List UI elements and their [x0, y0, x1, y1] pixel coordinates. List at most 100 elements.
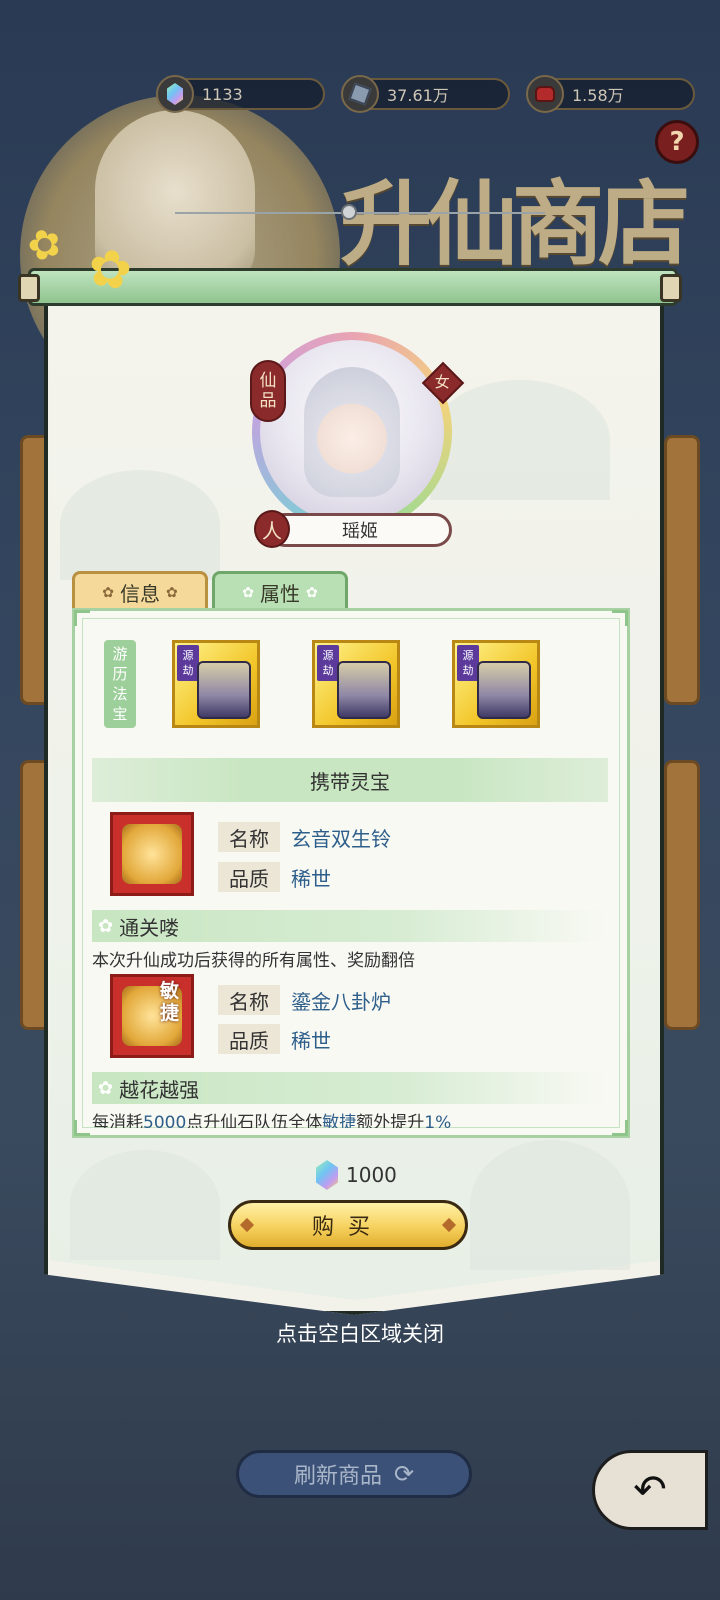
tag-char: 源: [462, 649, 474, 662]
tab-attributes[interactable]: ✿ 属性 ✿: [212, 571, 348, 611]
grade-badge: 仙 品: [250, 360, 286, 422]
travel-treasure-label: 游 历 法 宝: [104, 640, 136, 728]
race-badge: 人: [254, 510, 290, 548]
diamond-ornament-icon: [239, 1217, 255, 1233]
shop-title: 升仙商店: [340, 170, 690, 278]
treasure-quality: 稀世: [291, 1028, 331, 1053]
currency-pouch: 1.58万: [526, 75, 695, 113]
background-mountain: [430, 380, 610, 500]
travel-treasure-slot[interactable]: 源 劫: [452, 640, 540, 728]
source-tag: 源 劫: [317, 645, 339, 681]
label-char: 法: [112, 685, 128, 703]
scroll-rod-cap: [660, 274, 682, 302]
refresh-goods-button[interactable]: 刷新商品 ⟳: [236, 1450, 472, 1498]
background-side-panel: [664, 760, 700, 1030]
tab-label: 信息: [120, 582, 160, 606]
label-char: 宝: [112, 705, 128, 723]
flower-icon: ✿: [102, 584, 114, 601]
diamond-ornament-icon: [441, 1217, 457, 1233]
tab-label: 属性: [260, 582, 300, 606]
tag-char: 劫: [462, 664, 474, 677]
scroll-rod-cap: [18, 274, 40, 302]
frame-corner: [612, 610, 628, 626]
travel-treasure-slot[interactable]: 源 劫: [312, 640, 400, 728]
tab-info[interactable]: ✿ 信息 ✿: [72, 571, 208, 611]
flower-icon: ✿: [306, 584, 318, 601]
currency-value: 1133: [202, 84, 243, 104]
quality-key: 品质: [218, 862, 280, 892]
currency-spirit-stone: 1133: [156, 75, 325, 113]
label-char: 游: [112, 645, 128, 663]
source-tag: 源 劫: [177, 645, 199, 681]
character-portrait: [260, 340, 444, 524]
scroll-string: [175, 212, 545, 214]
skill-header: ✿ 越花越强: [92, 1072, 608, 1104]
currency-value: 37.61万: [387, 86, 449, 105]
help-button[interactable]: ?: [655, 120, 699, 164]
buy-button[interactable]: 购买: [228, 1200, 468, 1250]
pouch-icon: [526, 75, 564, 113]
cauldron-icon: [477, 661, 531, 719]
refresh-icon: ⟳: [393, 1460, 415, 1488]
tag-char: 劫: [322, 664, 334, 677]
spirit-stone-icon: [156, 75, 194, 113]
refresh-label: 刷新商品: [293, 1464, 382, 1489]
treasure-name: 玄音双生铃: [291, 826, 391, 851]
treasure-name: 鎏金八卦炉: [291, 989, 391, 1014]
ore-icon: [341, 75, 379, 113]
name-key: 名称: [218, 822, 280, 852]
tag-char: 劫: [182, 664, 194, 677]
label-char: 历: [112, 665, 128, 683]
desc-text: 点升仙石队伍全体: [186, 1113, 323, 1128]
skill-title: 越花越强: [119, 1077, 200, 1102]
desc-highlight: 5000: [143, 1113, 187, 1128]
travel-treasure-slot[interactable]: 源 劫: [172, 640, 260, 728]
buy-label: 购买: [311, 1215, 384, 1240]
grade-badge-char: 仙: [259, 371, 277, 391]
background-side-panel: [664, 435, 700, 705]
price-value: 1000: [346, 1163, 397, 1187]
skill-description: 每消耗5000点升仙石队伍全体敏捷额外提升1%: [92, 1108, 451, 1128]
desc-highlight: 1%: [424, 1113, 452, 1128]
background-mountain: [470, 1140, 630, 1270]
gender-badge-label: 女: [434, 373, 450, 392]
flower-icon: ✿: [98, 915, 114, 937]
section-title: 携带灵宝: [310, 769, 390, 794]
grade-badge-char: 品: [259, 391, 277, 411]
cauldron-icon: [337, 661, 391, 719]
frame-corner: [74, 610, 90, 626]
desc-text: 额外提升: [356, 1113, 425, 1128]
tag-char: 源: [182, 649, 194, 662]
flower-icon: ✿: [242, 584, 254, 601]
flower-icon: ✿: [98, 1077, 114, 1099]
bells-icon[interactable]: [110, 812, 194, 896]
back-arrow-icon: ↶: [633, 1467, 667, 1513]
desc-text: 每消耗: [92, 1113, 143, 1128]
currency-value: 1.58万: [572, 86, 624, 105]
flower-icon: ✿: [166, 584, 178, 601]
character-portrait-frame: [252, 332, 452, 532]
desc-highlight: 敏捷: [322, 1113, 357, 1128]
price: 1000: [316, 1158, 397, 1192]
skill-description: 本次升仙成功后获得的所有属性、奖励翻倍: [92, 951, 415, 971]
carried-treasure-header: 携带灵宝: [92, 758, 608, 802]
stat-tag-char: 捷: [160, 1002, 180, 1024]
spirit-stone-icon: [316, 1160, 338, 1190]
back-button[interactable]: ↶: [592, 1450, 708, 1530]
stat-tag-char: 敏: [160, 980, 180, 1002]
stat-tag: 敏 捷: [160, 980, 179, 1024]
close-hint[interactable]: 点击空白区域关闭: [0, 1318, 720, 1348]
skill-header: ✿ 通关喽: [92, 910, 608, 942]
character-face: [304, 367, 400, 497]
frame-corner: [612, 1120, 628, 1136]
frame-corner: [74, 1120, 90, 1136]
furnace-icon[interactable]: [110, 974, 194, 1058]
character-name-bar: 瑶姬: [268, 513, 452, 547]
skill-title: 通关喽: [119, 915, 180, 940]
background-mountain: [60, 470, 220, 580]
currency-ore: 37.61万: [341, 75, 510, 113]
cauldron-icon: [197, 661, 251, 719]
character-name: 瑶姬: [342, 521, 378, 542]
background-mountain: [70, 1150, 220, 1260]
scroll-pin: [341, 204, 357, 220]
